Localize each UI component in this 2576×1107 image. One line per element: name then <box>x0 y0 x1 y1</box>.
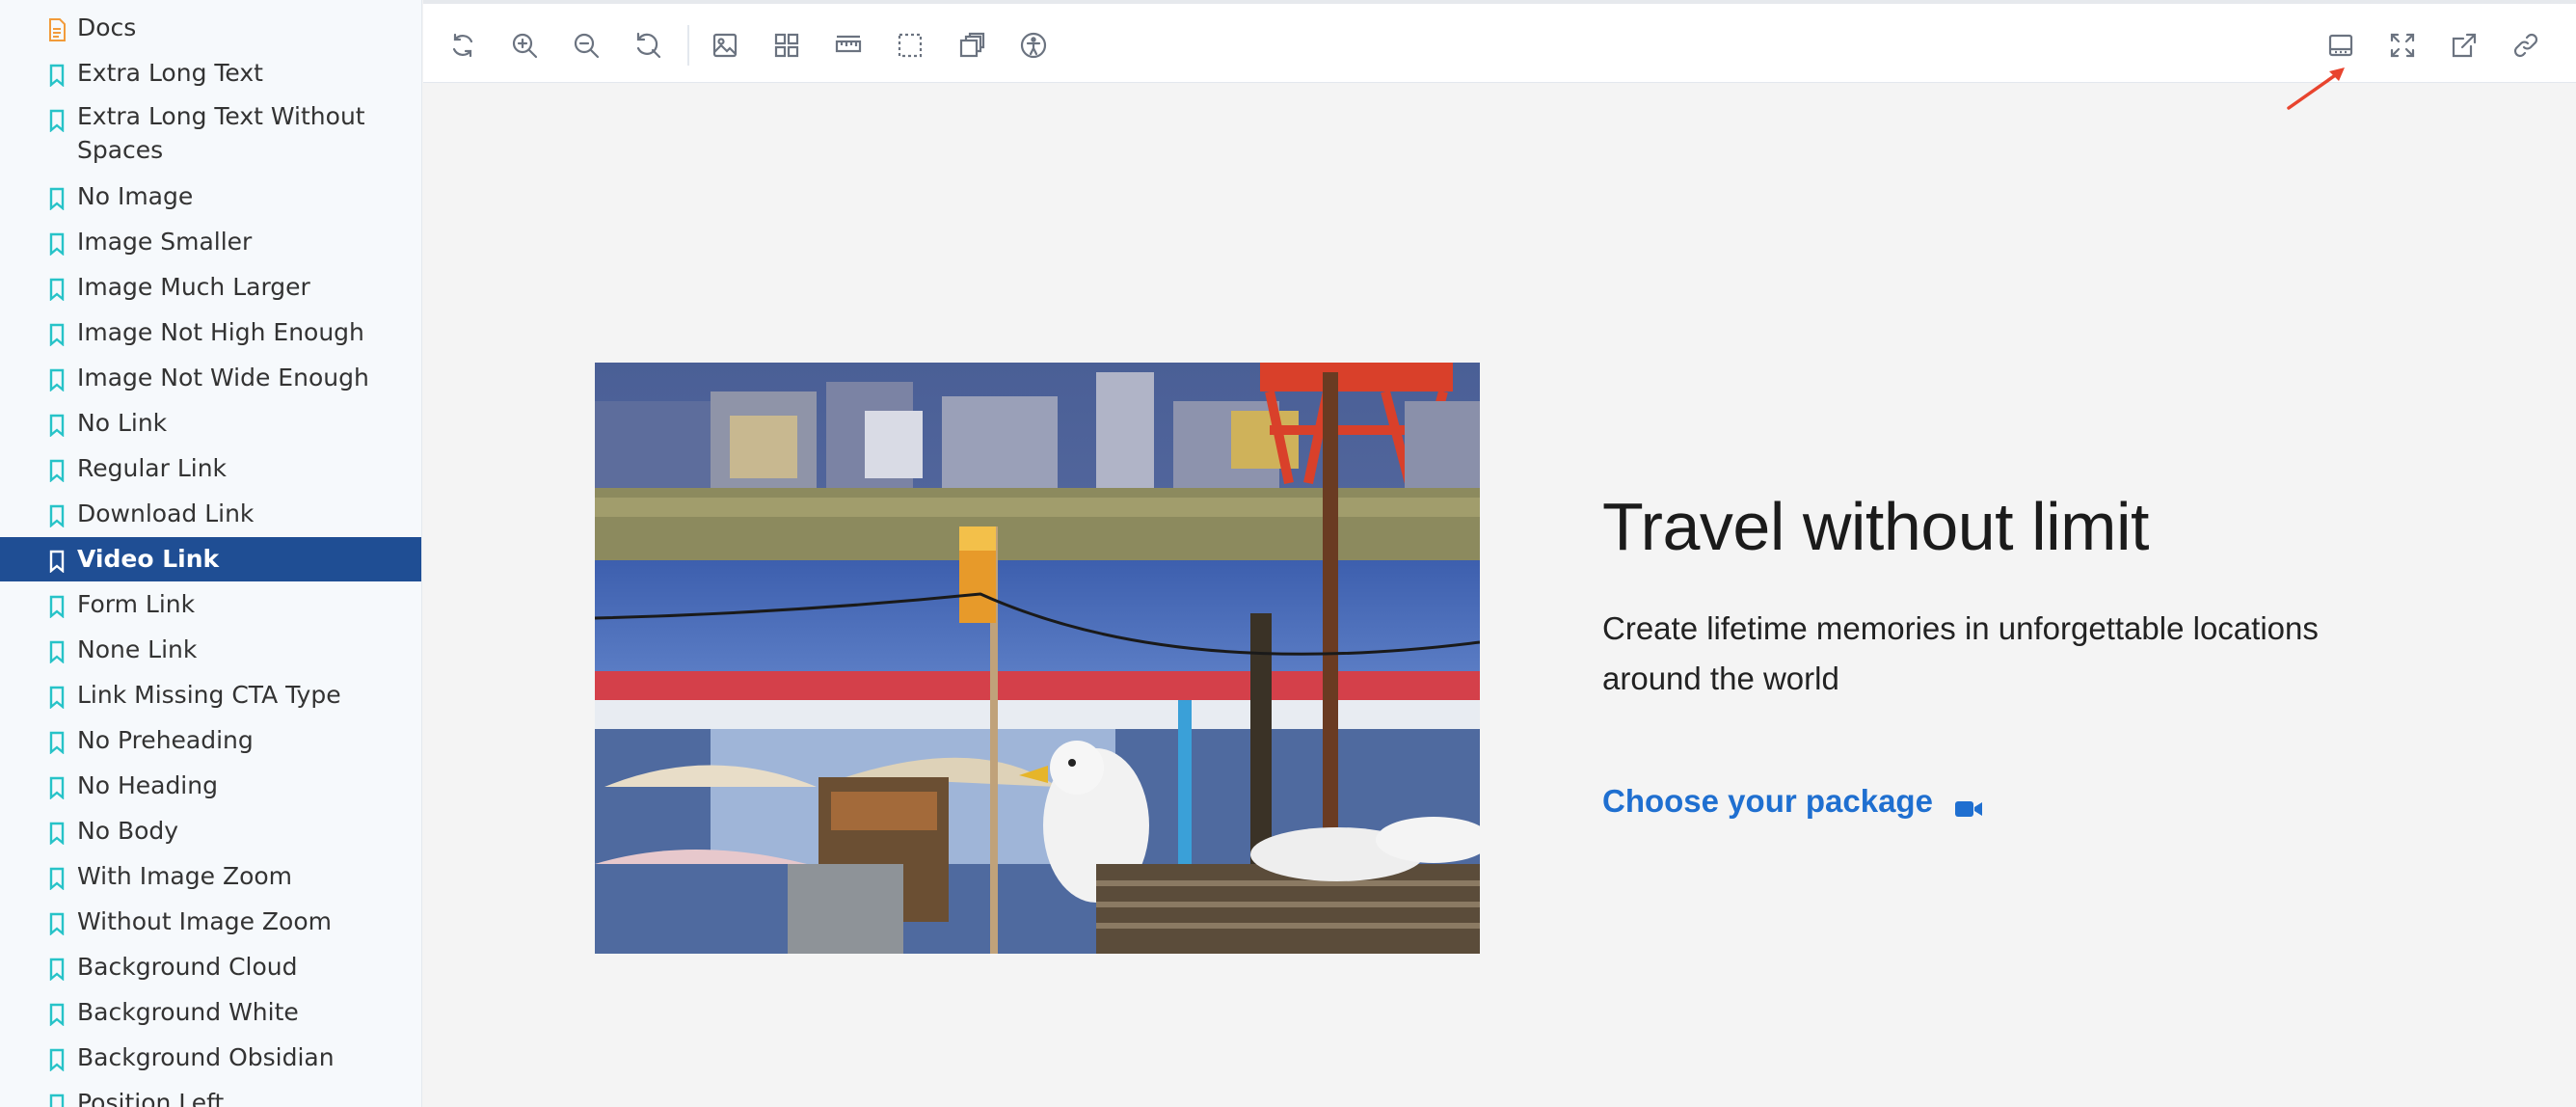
sidebar-item-extra-long-text-without-spaces[interactable]: Extra Long Text Without Spaces <box>0 96 421 176</box>
zoom-in-icon[interactable] <box>506 27 543 64</box>
sidebar-item-image-much-larger[interactable]: Image Much Larger <box>0 265 421 310</box>
sidebar-item-form-link[interactable]: Form Link <box>0 582 421 627</box>
sidebar-item-label: No Preheading <box>77 726 254 754</box>
bookmark-icon <box>46 63 67 88</box>
document-icon <box>46 17 67 42</box>
sidebar-item-label: Link Missing CTA Type <box>77 681 341 709</box>
hero-body: Create lifetime memories in unforgettabl… <box>1602 610 2319 696</box>
sidebar-item-label: Docs <box>77 14 137 41</box>
sidebar-item-label: Image Not High Enough <box>77 318 364 346</box>
sidebar-item-background-obsidian[interactable]: Background Obsidian <box>0 1036 421 1080</box>
sidebar-item-image-not-wide-enough[interactable]: Image Not Wide Enough <box>0 356 421 400</box>
addons-panel-icon[interactable] <box>2322 27 2359 64</box>
bookmark-icon <box>46 1047 67 1072</box>
cta-label: Choose your package <box>1602 783 1933 819</box>
story-canvas: Travel without limit Create lifetime mem… <box>423 83 2576 1107</box>
sidebar-item-label: No Heading <box>77 771 218 799</box>
bookmark-icon <box>46 911 67 936</box>
sidebar-item-label: Download Link <box>77 500 255 527</box>
bookmark-icon <box>46 367 67 392</box>
zoom-out-icon[interactable] <box>568 27 604 64</box>
bookmark-icon <box>46 231 67 256</box>
bookmark-icon <box>46 458 67 483</box>
sidebar-item-label: Extra Long Text <box>77 59 263 87</box>
fullscreen-icon[interactable] <box>2384 27 2421 64</box>
bookmark-icon <box>46 322 67 347</box>
sidebar-item-label: No Body <box>77 817 179 845</box>
sidebar-item-label: No Link <box>77 409 168 437</box>
sidebar-item-no-preheading[interactable]: No Preheading <box>0 718 421 763</box>
bookmark-icon <box>46 503 67 528</box>
sidebar-item-no-link[interactable]: No Link <box>0 401 421 446</box>
bookmark-icon <box>46 821 67 846</box>
bookmark-icon <box>46 639 67 664</box>
bookmark-icon <box>46 957 67 982</box>
cta-link[interactable]: Choose your package <box>1602 783 1983 820</box>
bookmark-icon <box>46 413 67 438</box>
outline-icon[interactable] <box>892 27 928 64</box>
reset-zoom-icon[interactable] <box>630 27 666 64</box>
sidebar-item-label: Image Much Larger <box>77 273 310 301</box>
hero-image <box>595 363 1480 954</box>
sidebar-item-link-missing-cta-type[interactable]: Link Missing CTA Type <box>0 673 421 717</box>
bookmark-icon <box>46 775 67 800</box>
bookmark-icon <box>46 549 67 574</box>
sidebar-item-label: Position Left <box>77 1089 225 1107</box>
sidebar-item-extra-long-text[interactable]: Extra Long Text <box>0 51 421 95</box>
copy-link-icon[interactable] <box>2508 27 2544 64</box>
viewport-icon[interactable] <box>953 27 990 64</box>
bookmark-icon <box>46 866 67 891</box>
bookmark-icon <box>46 1002 67 1027</box>
bookmark-icon <box>46 730 67 755</box>
sidebar-item-background-white[interactable]: Background White <box>0 990 421 1035</box>
sidebar-item-label: Regular Link <box>77 454 228 482</box>
sidebar-item-without-image-zoom[interactable]: Without Image Zoom <box>0 900 421 944</box>
sidebar-item-label: Extra Long Text Without Spaces <box>77 102 365 164</box>
sidebar-item-regular-link[interactable]: Regular Link <box>0 446 421 491</box>
sidebar-item-image-not-high-enough[interactable]: Image Not High Enough <box>0 310 421 355</box>
sidebar-item-no-body[interactable]: No Body <box>0 809 421 853</box>
annotation-arrow <box>2287 68 2345 110</box>
bookmark-icon <box>46 685 67 710</box>
hero-title: Travel without limit <box>1602 489 2150 564</box>
sidebar-item-no-image[interactable]: No Image <box>0 175 421 219</box>
accessibility-icon[interactable] <box>1015 27 1052 64</box>
reload-icon[interactable] <box>444 27 481 64</box>
sidebar-item-label: Without Image Zoom <box>77 907 332 935</box>
toolbar <box>423 0 2576 83</box>
toolbar-divider <box>687 25 689 66</box>
sidebar-item-label: Video Link <box>77 545 220 573</box>
sidebar-item-label: Background Cloud <box>77 953 298 981</box>
ruler-icon[interactable] <box>830 27 867 64</box>
sidebar-item-label: Background White <box>77 998 299 1026</box>
sidebar-item-label: No Image <box>77 182 194 210</box>
open-new-tab-icon[interactable] <box>2446 27 2482 64</box>
sidebar-item-no-heading[interactable]: No Heading <box>0 764 421 808</box>
bookmark-icon <box>46 1093 67 1107</box>
sidebar-item-label: With Image Zoom <box>77 862 293 890</box>
bookmark-icon <box>46 594 67 619</box>
sidebar-item-label: Image Smaller <box>77 228 253 256</box>
background-image-icon[interactable] <box>707 27 743 64</box>
sidebar-item-video-link[interactable]: Video Link <box>0 537 421 581</box>
sidebar-item-position-left[interactable]: Position Left <box>0 1081 421 1107</box>
grid-icon[interactable] <box>768 27 805 64</box>
sidebar-item-label: Background Obsidian <box>77 1043 335 1071</box>
sidebar-item-label: Image Not Wide Enough <box>77 364 369 392</box>
sidebar-item-background-cloud[interactable]: Background Cloud <box>0 945 421 989</box>
bookmark-icon <box>46 108 67 133</box>
sidebar-item-download-link[interactable]: Download Link <box>0 492 421 536</box>
sidebar-item-label: Form Link <box>77 590 196 618</box>
sidebar-item-label: None Link <box>77 635 198 663</box>
sidebar-item-none-link[interactable]: None Link <box>0 628 421 672</box>
sidebar: Docs Extra Long Text Extra Long Text Wit… <box>0 0 422 1107</box>
sidebar-item-docs[interactable]: Docs <box>0 6 421 50</box>
sidebar-item-with-image-zoom[interactable]: With Image Zoom <box>0 854 421 899</box>
sidebar-item-image-smaller[interactable]: Image Smaller <box>0 220 421 264</box>
bookmark-icon <box>46 277 67 302</box>
bookmark-icon <box>46 186 67 211</box>
video-camera-icon <box>1954 791 1983 817</box>
